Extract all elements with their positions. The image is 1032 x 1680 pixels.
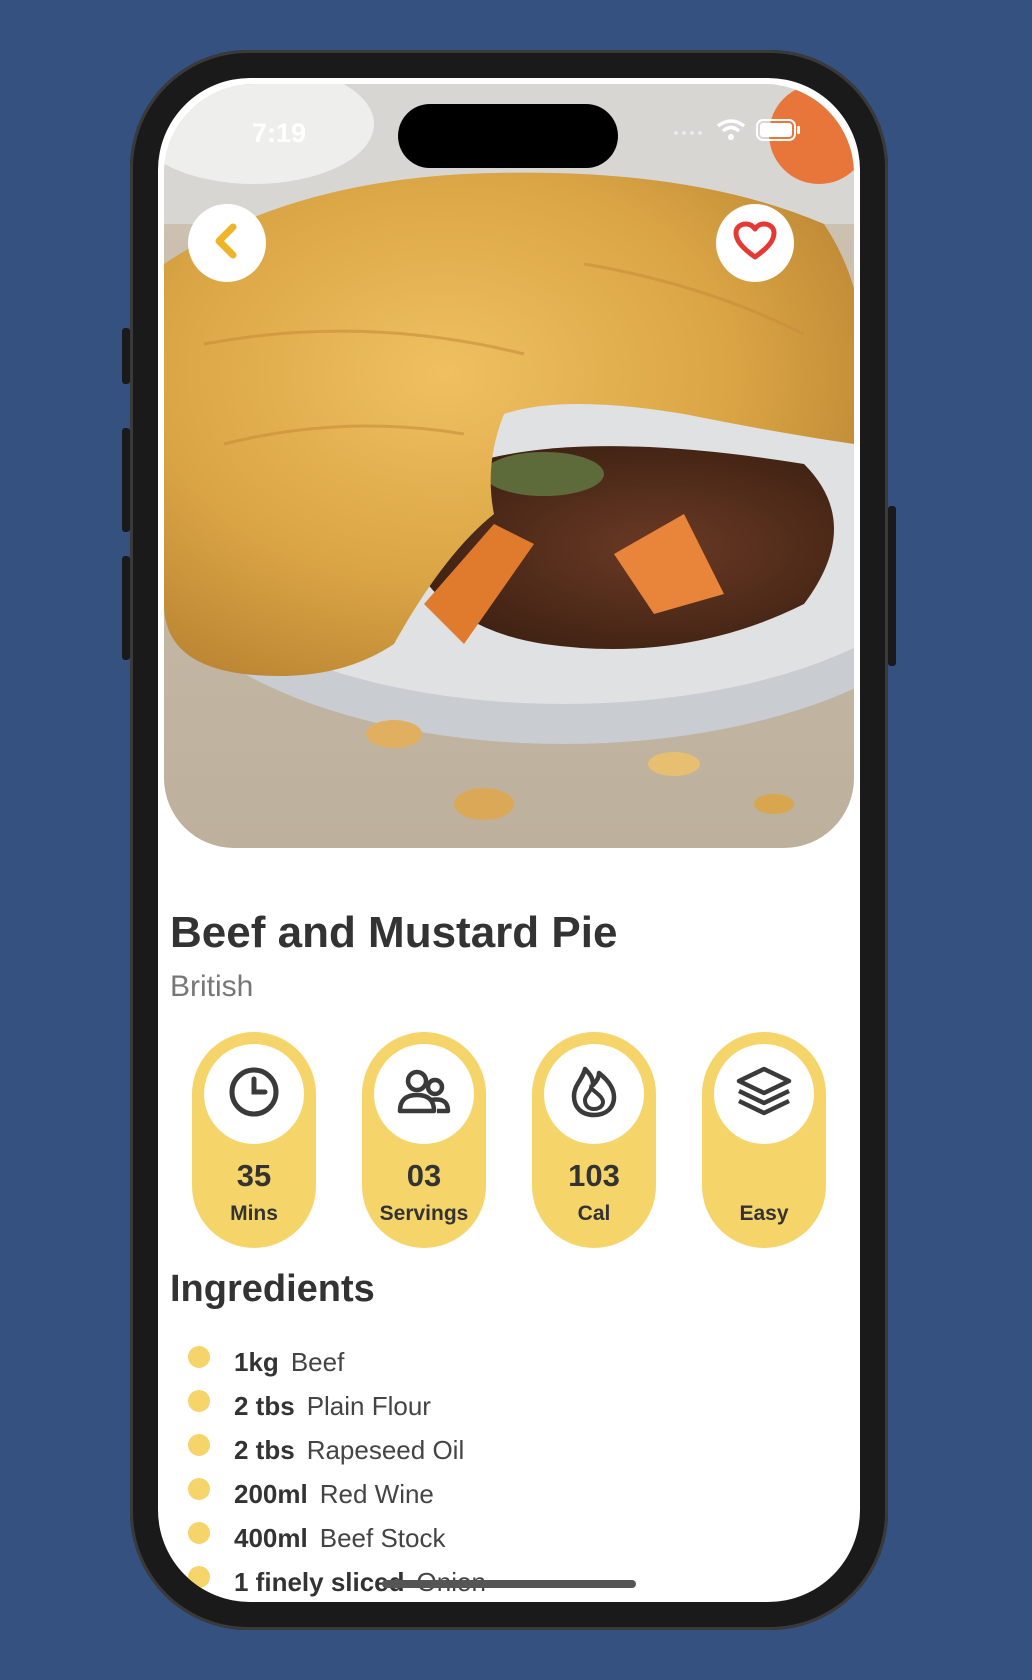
volume-down-button (122, 556, 130, 660)
ingredient-amount: 2 tbs (234, 1390, 295, 1421)
layers-icon (735, 1065, 793, 1124)
ingredient-name: Beef (290, 1346, 345, 1377)
bullet-dot (188, 1522, 210, 1544)
ingredient-amount: 1 finely sliced (234, 1566, 405, 1597)
status-icons (672, 118, 802, 147)
list-item: 2 tbs Rapeseed Oil (188, 1428, 486, 1472)
bullet-dot (188, 1434, 210, 1456)
home-indicator[interactable] (382, 1580, 636, 1588)
ingredient-name: Red Wine (319, 1478, 434, 1509)
ingredient-name: Beef Stock (319, 1522, 446, 1553)
list-item: 400ml Beef Stock (188, 1516, 486, 1560)
stat-calories: 103 Cal (532, 1032, 656, 1248)
ingredients-heading: Ingredients (170, 1268, 375, 1310)
stat-difficulty-label: Easy (739, 1202, 789, 1225)
back-button[interactable] (188, 204, 266, 282)
bullet-dot (188, 1566, 210, 1588)
ingredient-amount: 200ml (234, 1478, 308, 1509)
signal-icon (672, 123, 706, 142)
volume-up-button (122, 428, 130, 532)
recipe-title: Beef and Mustard Pie (170, 908, 618, 957)
list-item: 1kg Beef (188, 1340, 486, 1384)
ingredient-amount: 400ml (234, 1522, 308, 1553)
stat-time: 35 Mins (192, 1032, 316, 1248)
flame-icon (569, 1065, 619, 1124)
favorite-button[interactable] (716, 204, 794, 282)
battery-icon (756, 118, 802, 147)
bullet-dot (188, 1390, 210, 1412)
status-time: 7:19 (252, 118, 307, 148)
clock-icon (227, 1065, 281, 1124)
ingredient-amount: 1kg (234, 1346, 279, 1377)
heart-icon (733, 221, 777, 266)
users-icon (395, 1065, 453, 1124)
ingredients-list: 1kg Beef 2 tbs Plain Flour 2 tbs Rapeseed O… (188, 1340, 486, 1602)
recipe-hero-image (164, 84, 854, 848)
stat-servings: 03 Servings (362, 1032, 486, 1248)
stat-servings-label: Servings (379, 1202, 469, 1225)
list-item: 2 tbs Plain Flour (188, 1384, 486, 1428)
stat-time-value: 35 (236, 1158, 272, 1193)
recipe-stats: 35 Mins 03 Servings 103 Cal Easy (192, 1032, 826, 1248)
chevron-left-icon (209, 221, 245, 266)
power-button (888, 506, 896, 666)
ingredient-amount: 2 tbs (234, 1434, 295, 1465)
stat-servings-value: 03 (406, 1158, 442, 1193)
ingredient-name: Rapeseed Oil (306, 1434, 465, 1465)
action-button (122, 328, 130, 384)
dynamic-island (398, 104, 618, 168)
screen: 7:19 Beef and Mustard Pie British 35 Min… (158, 78, 860, 1602)
stat-difficulty: Easy (702, 1032, 826, 1248)
stat-calories-value: 103 (568, 1158, 620, 1193)
ingredient-name: Plain Flour (306, 1390, 431, 1421)
bullet-dot (188, 1478, 210, 1500)
list-item: 200ml Red Wine (188, 1472, 486, 1516)
stat-calories-label: Cal (577, 1202, 611, 1225)
stat-time-label: Mins (230, 1202, 278, 1225)
phone-frame: 7:19 Beef and Mustard Pie British 35 Min… (122, 50, 896, 1630)
recipe-cuisine: British (170, 970, 254, 1003)
bullet-dot (188, 1346, 210, 1368)
wifi-icon (716, 118, 746, 147)
